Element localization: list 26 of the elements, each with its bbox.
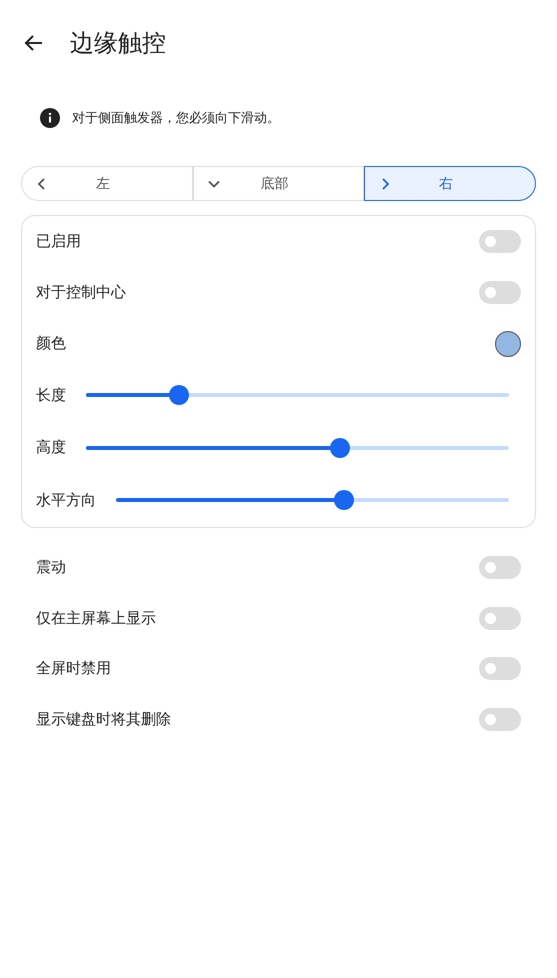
setting-label: 显示键盘时将其删除 (36, 710, 171, 729)
toggle-switch[interactable] (479, 556, 521, 580)
toggle-switch[interactable] (479, 657, 521, 680)
color-swatch[interactable] (495, 330, 521, 356)
slider[interactable] (86, 385, 509, 406)
setting-label: 全屏时禁用 (36, 659, 111, 678)
slider[interactable] (116, 490, 509, 510)
setting-label: 水平方向 (36, 490, 96, 510)
page-title: 边缘触控 (70, 28, 166, 59)
toggle-switch[interactable] (479, 708, 521, 731)
toggle-switch[interactable] (479, 230, 521, 253)
notice-text: 对于侧面触发器，您必须向下滑动。 (72, 110, 280, 127)
setting-label: 已启用 (36, 232, 81, 251)
setting-label: 对于控制中心 (36, 283, 126, 302)
setting-label: 震动 (36, 558, 66, 578)
slider[interactable] (86, 438, 509, 458)
setting-label: 高度 (36, 438, 66, 458)
info-icon (40, 108, 60, 128)
tab[interactable]: 左 (21, 166, 193, 201)
tab[interactable]: 底部 (192, 166, 364, 201)
tab[interactable]: 右 (364, 166, 536, 201)
setting-label: 仅在主屏幕上显示 (36, 608, 156, 628)
setting-label: 颜色 (36, 334, 66, 353)
toggle-switch[interactable] (479, 281, 521, 304)
setting-label: 长度 (36, 386, 66, 405)
toggle-switch[interactable] (479, 606, 521, 630)
